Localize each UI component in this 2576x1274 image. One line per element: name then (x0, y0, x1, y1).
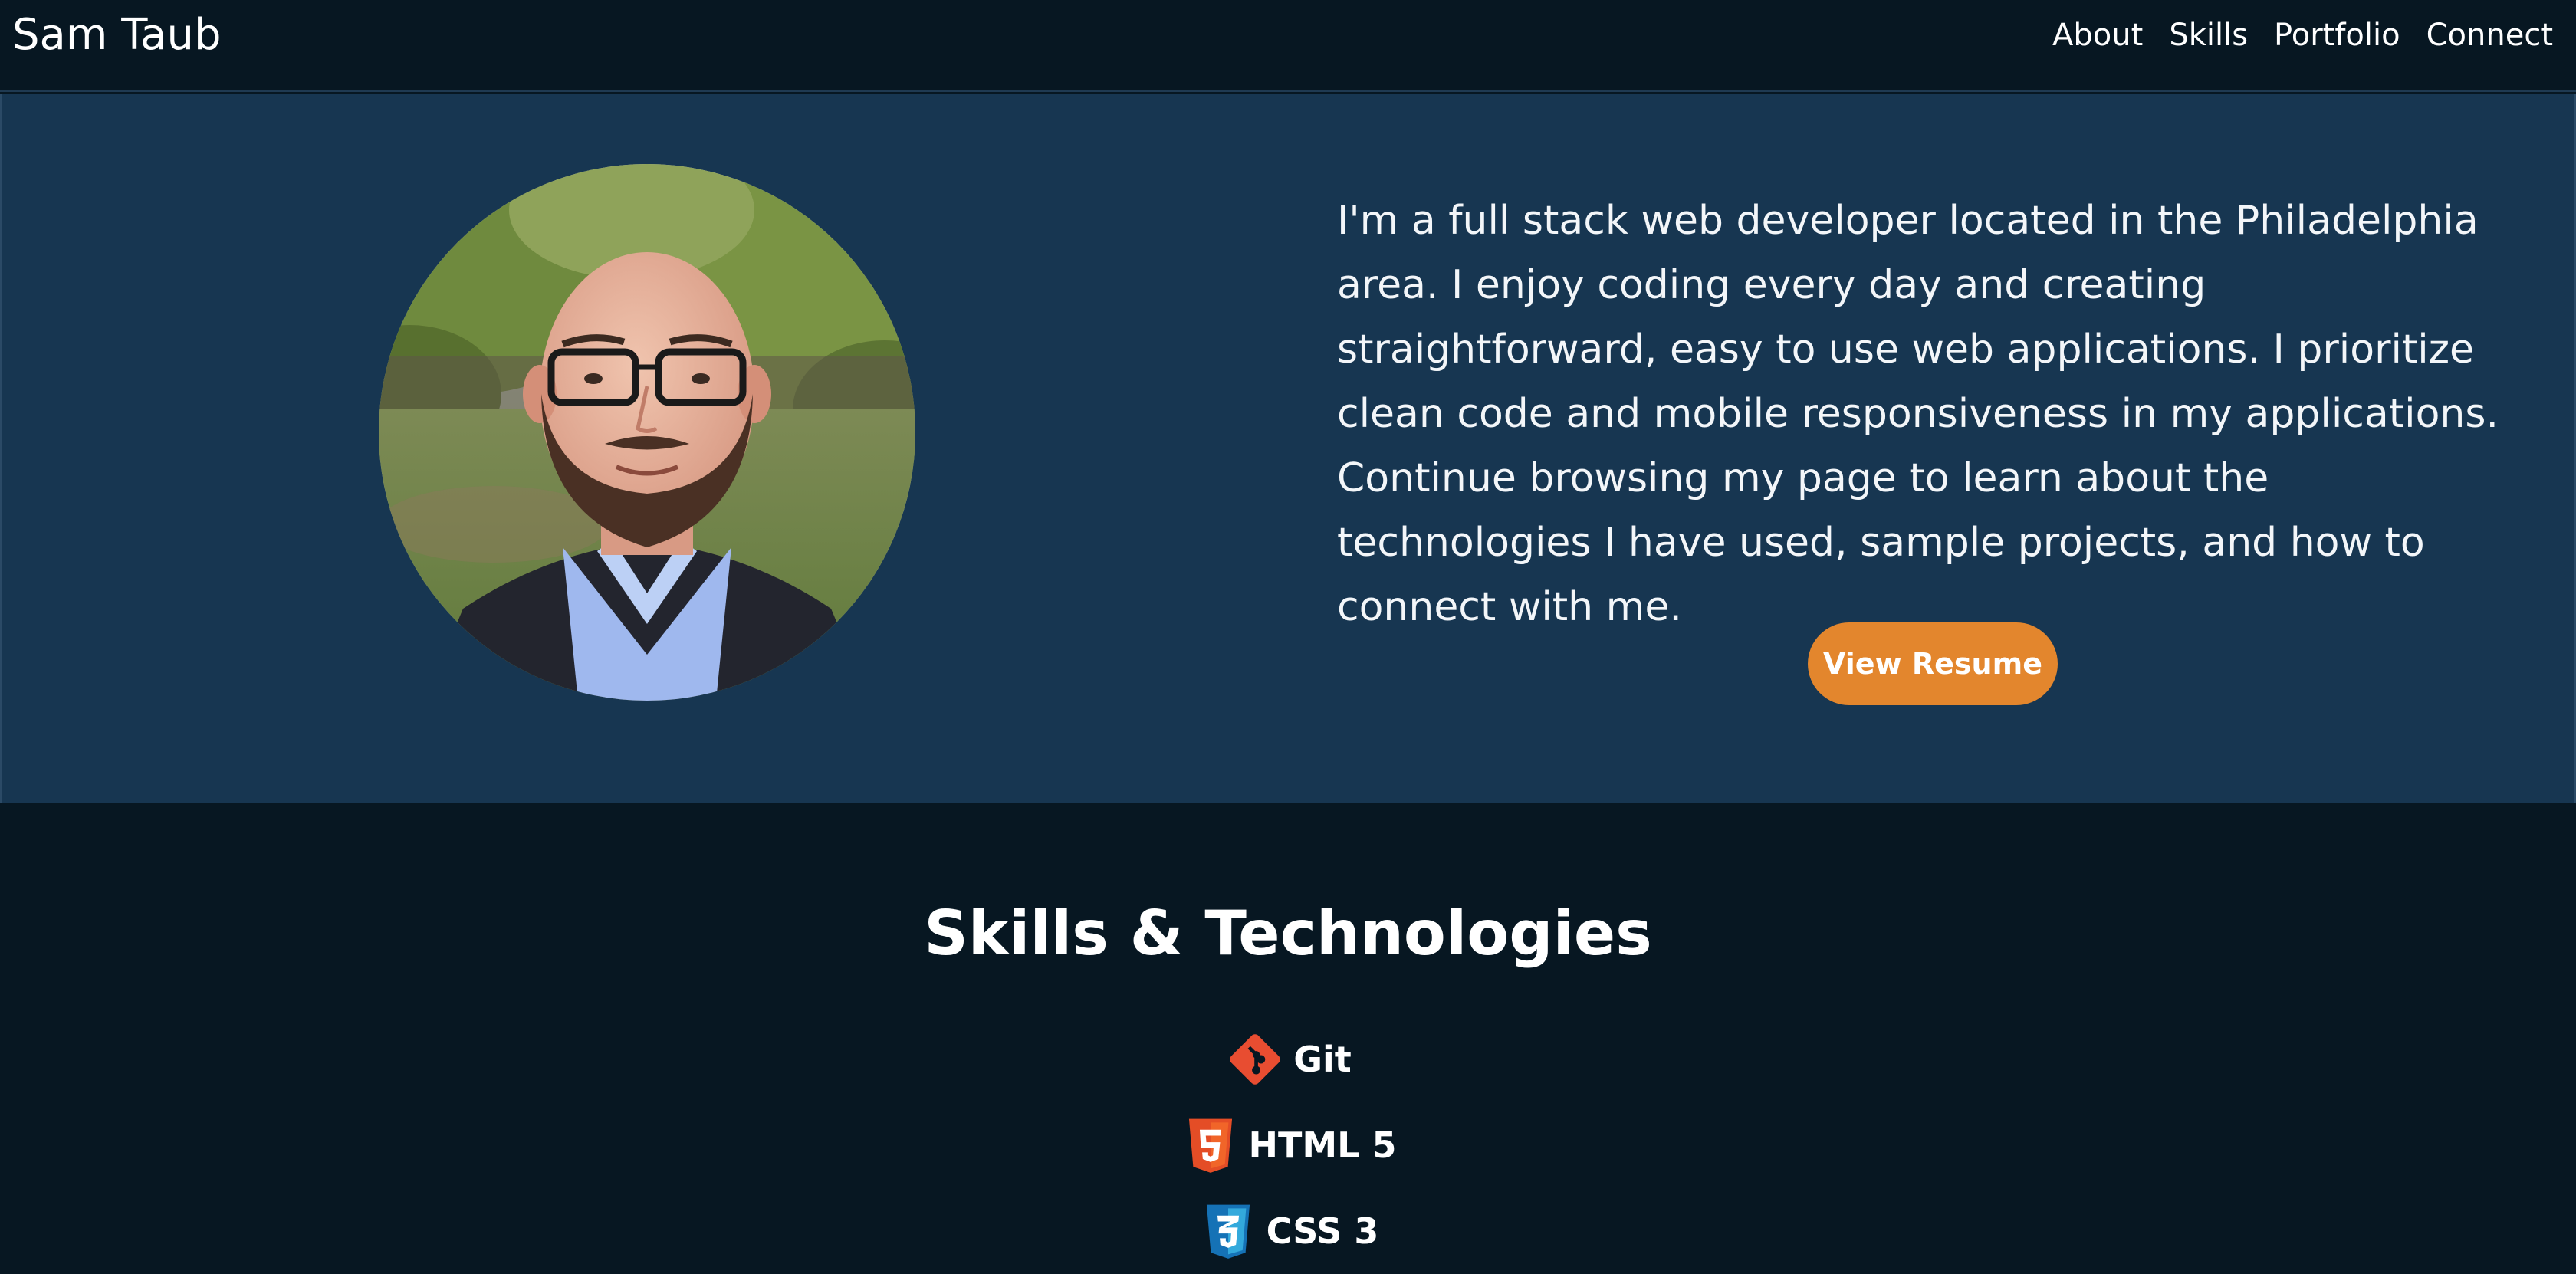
skill-label-git: Git (1293, 1039, 1352, 1080)
skills-heading: Skills & Technologies (924, 898, 1652, 969)
view-resume-button[interactable]: View Resume (1808, 622, 2058, 705)
css3-icon (1198, 1200, 1259, 1262)
skill-item-git: Git (0, 1016, 2576, 1102)
skill-label-css3: CSS 3 (1266, 1210, 1379, 1252)
skills-section: Skills & Technologies Git HTML 5 CSS 3 (0, 803, 2576, 1268)
git-icon (1224, 1029, 1286, 1090)
bio-text: I'm a full stack web developer located i… (1337, 198, 2499, 630)
html5-icon (1180, 1115, 1241, 1176)
skill-item-css3: CSS 3 (0, 1188, 2576, 1274)
nav-link-portfolio[interactable]: Portfolio (2274, 17, 2400, 54)
brand-link[interactable]: Sam Taub (12, 11, 222, 60)
skill-label-html5: HTML 5 (1248, 1125, 1397, 1166)
skill-list: Git HTML 5 CSS 3 (0, 1016, 2576, 1274)
navbar: Sam Taub About Skills Portfolio Connect (0, 0, 2576, 92)
nav-link-about[interactable]: About (2052, 17, 2143, 54)
about-section: I'm a full stack web developer located i… (0, 94, 2576, 803)
profile-photo (379, 164, 915, 701)
nav-link-skills[interactable]: Skills (2169, 17, 2248, 54)
nav-link-connect[interactable]: Connect (2426, 17, 2553, 54)
nav-links: About Skills Portfolio Connect (2052, 17, 2553, 54)
skill-item-html5: HTML 5 (0, 1102, 2576, 1188)
